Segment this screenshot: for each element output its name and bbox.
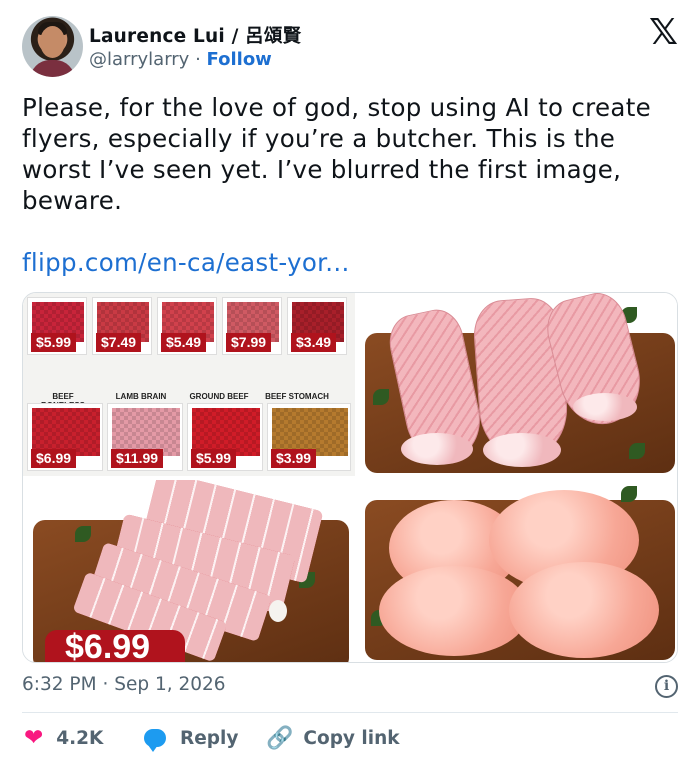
- flyer-item: $11.99: [107, 403, 183, 471]
- copy-link-button[interactable]: 🔗 Copy link: [266, 724, 400, 752]
- flyer-item: $5.99: [27, 297, 87, 355]
- avatar-face: [40, 26, 65, 58]
- price-tag: $3.99: [271, 449, 317, 468]
- price-tag: $3.49: [291, 333, 337, 352]
- x-logo-icon[interactable]: 𝕏: [649, 15, 678, 51]
- tweet-date[interactable]: Sep 1, 2026: [114, 674, 225, 695]
- like-button[interactable]: ❤ 4.2K: [24, 724, 103, 752]
- avatar[interactable]: [22, 16, 83, 77]
- divider: [22, 712, 678, 713]
- flyer-item: $7.49: [92, 297, 152, 355]
- price-tag: $5.49: [161, 333, 207, 352]
- tweet-meta: 6:32 PM · Sep 1, 2026: [22, 674, 226, 695]
- price-tag: $5.99: [31, 333, 77, 352]
- tweet-text: Please, for the love of god, stop using …: [22, 93, 651, 215]
- flyer-item: $3.49: [287, 297, 347, 355]
- info-icon[interactable]: i: [655, 675, 678, 698]
- price-tag: $5.99: [191, 449, 237, 468]
- flyer-item: $5.49: [157, 297, 217, 355]
- avatar-shirt: [30, 60, 75, 77]
- flyer-label: GROUND BEEF: [189, 392, 249, 401]
- garnish-leaf: [75, 526, 91, 542]
- like-count: 4.2K: [56, 727, 104, 749]
- heart-icon: ❤: [24, 725, 44, 751]
- flyer-item: $7.99: [222, 297, 282, 355]
- flyer-item: $5.99: [187, 403, 263, 471]
- author-handle-row: @larrylarry · Follow: [89, 49, 272, 70]
- garnish-leaf: [373, 389, 389, 405]
- price-banner-text: $6.99: [65, 628, 151, 663]
- tweet-time[interactable]: 6:32 PM: [22, 674, 97, 695]
- tweet-link[interactable]: flipp.com/en-ca/east-yor...: [22, 248, 350, 277]
- reply-label: Reply: [180, 727, 239, 749]
- price-tag: $7.49: [96, 333, 142, 352]
- price-tag: $11.99: [111, 449, 164, 468]
- reply-bubble-icon: [144, 729, 166, 752]
- follow-button[interactable]: Follow: [207, 49, 272, 70]
- reply-button[interactable]: Reply: [144, 724, 238, 752]
- flyer-item: $3.99: [267, 403, 351, 471]
- link-icon: 🔗: [266, 725, 294, 751]
- garlic-clove: [269, 600, 287, 622]
- price-banner: $6.99: [45, 628, 185, 663]
- drumstick-bulbs: [483, 433, 561, 467]
- garnish-leaf: [629, 443, 645, 459]
- tweet-header: Laurence Lui / 呂頌賢 @larrylarry · Follow …: [22, 15, 678, 78]
- author-name[interactable]: Laurence Lui / 呂頌賢: [89, 22, 301, 48]
- media-grid: $5.99 $7.49 $5.49 $7.99 $3.49 BEEF BONEL…: [22, 292, 678, 663]
- price-tag: $7.99: [226, 333, 272, 352]
- author-handle[interactable]: @larrylarry: [89, 49, 189, 70]
- drumstick-bulbs: [573, 393, 637, 421]
- flyer-item: $6.99: [27, 403, 103, 471]
- price-tag: $6.99: [31, 449, 77, 468]
- flyer-label: LAMB BRAIN: [115, 392, 167, 401]
- media-image-drumsticks[interactable]: [359, 293, 677, 476]
- copy-link-label: Copy link: [303, 727, 400, 749]
- media-image-flyer[interactable]: $5.99 $7.49 $5.49 $7.99 $3.49 BEEF BONEL…: [23, 293, 355, 476]
- media-image-red-meat[interactable]: $6.99: [23, 480, 355, 663]
- meat-lobe: [509, 562, 659, 658]
- media-image-pink-meat[interactable]: [359, 480, 677, 662]
- garnish-leaf: [621, 486, 637, 502]
- meat-lobe: [379, 566, 529, 656]
- drumstick-bulbs: [401, 433, 473, 465]
- flyer-label: BEEF STOMACH: [265, 392, 329, 401]
- meta-separator: ·: [102, 674, 109, 695]
- handle-separator: ·: [195, 49, 201, 70]
- action-bar: ❤ 4.2K Reply 🔗 Copy link: [22, 724, 678, 752]
